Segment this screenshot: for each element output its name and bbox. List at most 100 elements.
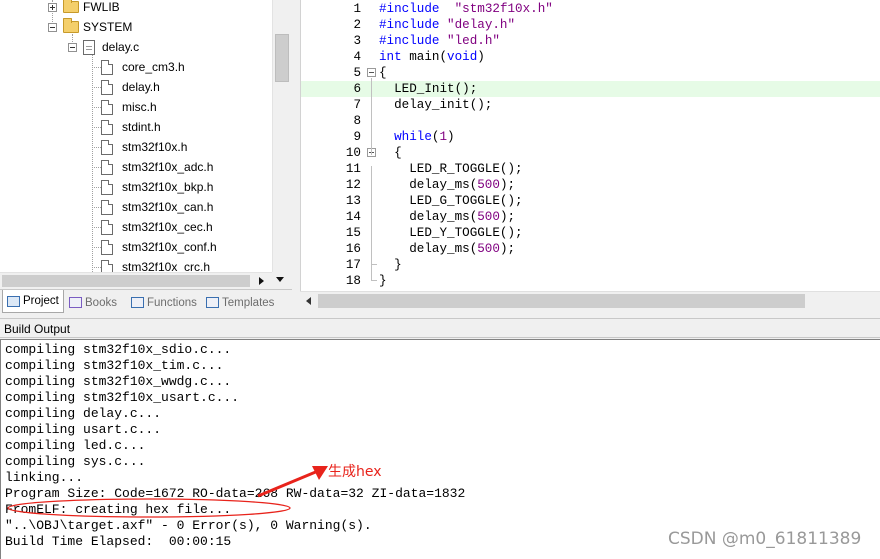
tree-horizontal-scrollbar[interactable] (0, 272, 290, 289)
tree-item[interactable]: stdint.h (101, 117, 161, 137)
editor-horizontal-scrollbar[interactable] (300, 291, 880, 309)
line-number: 10 (345, 146, 361, 160)
tree-connector-line (92, 167, 101, 168)
code-text: } (379, 274, 387, 288)
build-output-line: compiling usart.c... (5, 422, 162, 437)
code-line[interactable]: 12 delay_ms(500); (301, 177, 880, 193)
tree-item[interactable]: stm32f10x_can.h (101, 197, 213, 217)
tab-functions[interactable]: Functions (131, 292, 197, 313)
code-text: LED_G_TOGGLE(); (379, 194, 523, 208)
code-line[interactable]: 13 LED_G_TOGGLE(); (301, 193, 880, 209)
panel-tab-bar: Project Books Functions Templates (0, 289, 292, 313)
code-line[interactable]: 11 LED_R_TOGGLE(); (301, 161, 880, 177)
code-line[interactable]: 16 delay_ms(500); (301, 241, 880, 257)
tree-item[interactable]: delay.h (101, 77, 160, 97)
tree-connector-line (92, 187, 101, 188)
tree-connector-line (92, 87, 101, 88)
tree-connector-line (92, 267, 101, 268)
code-line[interactable]: 15 LED_Y_TOGGLE(); (301, 225, 880, 241)
code-line[interactable]: 14 delay_ms(500); (301, 209, 880, 225)
code-line[interactable]: 7 delay_init(); (301, 97, 880, 113)
build-output-line: compiling stm32f10x_wwdg.c... (5, 374, 232, 389)
scroll-left-arrow-icon[interactable] (306, 297, 311, 305)
code-text: int main(void) (379, 50, 485, 64)
tab-label: Books (85, 296, 117, 309)
templates-icon (206, 297, 219, 308)
code-line[interactable]: 4 int main(void) (301, 49, 880, 65)
header-file-icon (101, 199, 113, 215)
editor-horizontal-scroll-thumb[interactable] (318, 294, 805, 308)
tab-label: Functions (147, 296, 197, 309)
tab-templates[interactable]: Templates (206, 292, 274, 313)
build-output-window[interactable]: compiling stm32f10x_sdio.c... compiling s… (0, 339, 880, 559)
tree-horizontal-scroll-thumb[interactable] (2, 275, 250, 287)
tree-item[interactable]: stm32f10x_conf.h (101, 237, 217, 257)
code-text: LED_Init(); (379, 82, 478, 96)
build-output-line: compiling delay.c... (5, 406, 162, 421)
code-line[interactable]: 8 (301, 113, 880, 129)
collapse-minus-icon[interactable] (68, 42, 77, 52)
tree-connector-line (92, 207, 101, 208)
tree-vertical-scroll-thumb[interactable] (275, 34, 289, 82)
project-panel: FWLIB SYSTEM delay.c core_cm3.h delay.h misc.… (0, 0, 292, 318)
code-text: LED_Y_TOGGLE(); (379, 226, 523, 240)
code-text: #include "delay.h" (379, 18, 516, 32)
tree-connector-line (92, 147, 101, 148)
tree-item[interactable]: FWLIB (48, 0, 120, 17)
build-output-line: FromELF: creating hex file... (5, 502, 232, 517)
code-line[interactable]: 17 } (301, 257, 880, 273)
tree-vertical-scrollbar[interactable] (272, 0, 290, 272)
code-editor[interactable]: 1 #include "stm32f10x.h" 2 #include "delay.… (300, 0, 880, 291)
tree-item-label: stm32f10x.h (122, 140, 188, 154)
collapse-minus-icon[interactable] (48, 22, 57, 32)
c-file-icon (83, 39, 95, 55)
tree-item[interactable]: stm32f10x_cec.h (101, 217, 213, 237)
folder-icon (63, 0, 79, 13)
tree-connector-line (92, 67, 101, 68)
code-text: delay_ms(500); (379, 178, 516, 192)
tree-item[interactable]: stm32f10x_adc.h (101, 157, 213, 177)
code-line[interactable]: 10 { (301, 145, 880, 161)
tab-label: Templates (222, 296, 275, 309)
tree-item[interactable]: stm32f10x_bkp.h (101, 177, 213, 197)
project-tree[interactable]: FWLIB SYSTEM delay.c core_cm3.h delay.h misc.… (0, 0, 272, 272)
line-number: 3 (353, 34, 361, 48)
tree-item[interactable]: stm32f10x_crc.h (101, 257, 210, 272)
build-output-line: linking... (5, 470, 84, 485)
code-line[interactable]: 1 #include "stm32f10x.h" (301, 1, 880, 17)
code-line[interactable]: 5{ (301, 65, 880, 81)
tree-item-label: stm32f10x_crc.h (122, 260, 211, 272)
code-line[interactable]: 2 #include "delay.h" (301, 17, 880, 33)
fold-guide-line (371, 78, 372, 155)
build-output-line: Build Time Elapsed: 00:00:15 (5, 534, 232, 549)
line-number: 14 (345, 210, 361, 224)
expand-plus-icon[interactable] (48, 2, 57, 12)
code-line[interactable]: 3 #include "led.h" (301, 33, 880, 49)
code-text: } (379, 258, 402, 272)
line-number: 7 (353, 98, 361, 112)
line-number: 8 (353, 114, 361, 128)
code-line[interactable]: 9 while(1) (301, 129, 880, 145)
build-output-title: Build Output (4, 322, 71, 336)
fold-collapse-icon[interactable] (367, 68, 376, 77)
tree-item-label: stm32f10x_conf.h (122, 240, 217, 254)
build-output-header: Build Output (0, 318, 880, 338)
header-file-icon (101, 239, 113, 255)
tree-item[interactable]: misc.h (101, 97, 157, 117)
code-line[interactable]: 6 LED_Init(); (301, 81, 880, 97)
tree-connector-line (92, 247, 101, 248)
tree-item[interactable]: delay.c (68, 37, 139, 57)
scroll-right-arrow-icon[interactable] (259, 277, 264, 285)
tab-project[interactable]: Project (2, 290, 64, 313)
line-number: 13 (345, 194, 361, 208)
tree-item-label: FWLIB (83, 0, 120, 14)
tree-item[interactable]: stm32f10x.h (101, 137, 187, 157)
tree-item[interactable]: SYSTEM (48, 17, 132, 37)
code-text: delay_init(); (379, 98, 493, 112)
scroll-down-arrow-icon[interactable] (276, 277, 284, 282)
tree-item-label: stm32f10x_bkp.h (122, 180, 214, 194)
tree-item[interactable]: core_cm3.h (101, 57, 185, 77)
tab-books[interactable]: Books (69, 292, 117, 313)
tree-item-label: stm32f10x_can.h (122, 200, 214, 214)
code-line[interactable]: 18} (301, 273, 880, 289)
